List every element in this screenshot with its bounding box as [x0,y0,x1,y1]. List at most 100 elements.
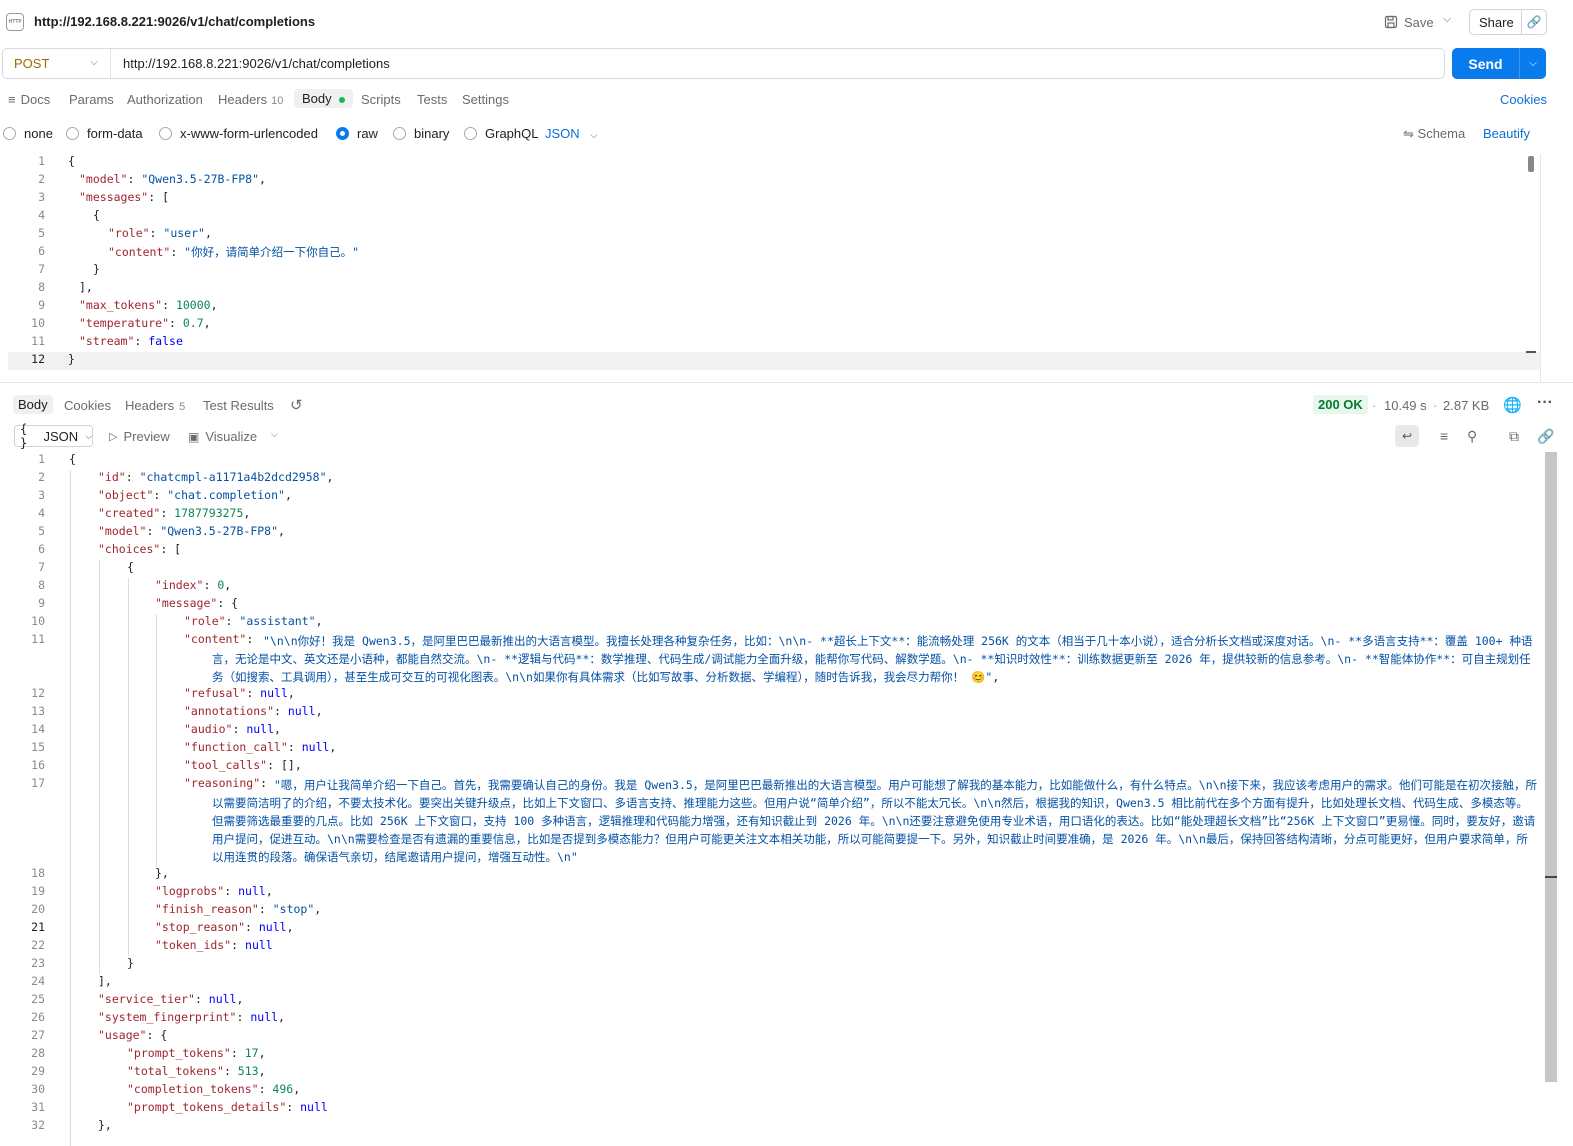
save-icon [1384,15,1398,29]
json-string: "嗯，用户让我简单介绍一下自己。首先，我需要确认自己的身份。我是 Qwen3.5… [212,778,1537,864]
preview-button[interactable]: ▷ Preview [109,429,170,444]
beautify-button[interactable]: Beautify [1483,126,1530,141]
request-scrollbar[interactable] [1528,156,1534,172]
code-text: "token_ids": null [155,938,273,952]
json-string: "stop" [272,902,315,916]
tab-settings[interactable]: Settings [462,92,509,107]
resp-tab-test-results[interactable]: Test Results [203,398,274,413]
url-input[interactable]: http://192.168.8.221:9026/v1/chat/comple… [111,56,390,71]
search-icon[interactable]: ⚲ [1467,428,1477,445]
visualize-label: Visualize [205,429,258,444]
history-icon[interactable]: ↺ [290,396,303,414]
braces-icon: { } [20,422,28,450]
line-number: 32 [31,1118,45,1132]
code-line: 4 "created": 1787793275, [8,506,1540,524]
line-number: 26 [31,1010,45,1024]
visualize-button[interactable]: ▣ Visualize [188,429,257,444]
filter-icon[interactable]: ≡ [1440,428,1448,444]
tab-body[interactable]: Body [294,89,353,108]
wrap-icon[interactable]: ↩ [1395,425,1419,447]
json-string: "\n\n你好！我是 Qwen3.5，是阿里巴巴最新推出的大语言模型。我擅长处理… [212,634,1533,684]
code-text: "model": "Qwen3.5-27B-FP8", [98,524,285,538]
line-number: 19 [31,884,45,898]
json-key: "function_call" [184,740,288,754]
json-null: null [245,938,273,952]
chevron-down-icon[interactable]: ⌵ [271,429,278,440]
code-text: "temperature": 0.7, [79,316,211,330]
status-badge[interactable]: 200 OK [1313,395,1368,414]
code-text: "service_tier": null, [98,992,244,1006]
line-number: 31 [31,1100,45,1114]
line-number: 9 [38,596,45,610]
pane-divider[interactable] [0,382,1573,383]
code-text: "finish_reason": "stop", [155,902,322,916]
text-cursor-icon [1526,351,1536,369]
link-icon[interactable]: 🔗 [1537,428,1554,445]
code-text: "content": "你好，请简单介绍一下你自己。" [108,245,360,259]
request-body-editor[interactable]: 1{ 2 "model": "Qwen3.5-27B-FP8", 3 "messag… [8,154,1540,372]
tab-headers[interactable]: Headers 10 [218,92,283,107]
resp-tab-headers[interactable]: Headers 5 [125,398,185,413]
response-format-dropdown[interactable]: { } JSON ⌵ [14,422,93,450]
chevron-down-icon[interactable]: ⌵ [1520,58,1546,69]
method-select[interactable]: POST ⌵ [3,49,111,78]
brace: } [93,262,100,276]
tab-tests[interactable]: Tests [417,92,447,107]
json-number: 0.7 [182,316,204,330]
radio-none[interactable]: none [3,126,53,141]
json-key: "id" [98,470,126,484]
headers-count: 10 [271,95,284,107]
radio-urlencoded[interactable]: x-www-form-urlencoded [159,126,318,141]
resp-tab-cookies[interactable]: Cookies [64,398,111,413]
code-line: 9 "message": { [8,596,1540,614]
save-button[interactable]: Save [1384,12,1434,32]
json-number: 496 [272,1082,294,1096]
json-number: 513 [237,1064,259,1078]
divider [1540,154,1541,382]
separator-dot: · [1372,398,1377,413]
url-bar: POST ⌵ http://192.168.8.221:9026/v1/chat… [2,48,1445,79]
code-text: "tool_calls": [], [184,758,302,772]
globe-icon[interactable]: 🌐 [1503,396,1522,414]
code-text: "role": "assistant", [184,614,323,628]
send-button[interactable]: Send [1452,56,1519,72]
radio-binary[interactable]: binary [393,126,449,141]
response-body-viewer[interactable]: 1{ 2 "id": "chatcmpl-a1171a4b2dcd2958", 3… [8,452,1544,1146]
line-number: 5 [38,524,45,538]
code-line: 22 "token_ids": null [8,938,1540,956]
headers-count: 5 [179,401,186,413]
line-number: 17 [31,776,45,790]
line-number: 10 [31,316,45,330]
tab-docs[interactable]: ≡ Docs [8,92,50,107]
format-dropdown[interactable]: JSON ⌵ [545,126,597,141]
resp-tab-body[interactable]: Body [13,395,53,414]
chevron-down-icon[interactable]: ⌵ [1443,13,1451,26]
json-array: [] [280,758,295,772]
link-icon[interactable]: 🔗 [1522,15,1546,29]
line-number: 14 [31,722,45,736]
schema-button[interactable]: ⇋ Schema [1403,126,1465,142]
more-icon[interactable]: ··· [1537,394,1553,412]
line-number: 6 [38,542,45,556]
share-button[interactable]: Share [1470,15,1521,30]
cookies-link[interactable]: Cookies [1500,92,1547,107]
copy-icon[interactable]: ⧉ [1509,428,1519,445]
brace: { [68,154,75,168]
code-text: "prompt_tokens_details": null [127,1100,328,1114]
radio-graphql[interactable]: GraphQL [464,126,538,141]
request-tabs: ≡ Docs Params Authorization Headers 10 Bod… [0,88,1573,112]
line-number: 13 [31,704,45,718]
tab-params[interactable]: Params [69,92,114,107]
radio-form-data[interactable]: form-data [66,126,143,141]
response-size[interactable]: 2.87 KB [1443,398,1489,413]
json-string: "chatcmpl-a1171a4b2dcd2958" [139,470,327,484]
code-line: 25 "service_tier": null, [8,992,1540,1010]
response-time[interactable]: 10.49 s [1384,398,1427,413]
tab-authorization[interactable]: Authorization [127,92,203,107]
radio-raw[interactable]: raw [336,126,378,141]
scrollbar-marker [1545,876,1557,878]
format-label: JSON [43,428,79,444]
response-scrollbar[interactable] [1545,452,1557,1082]
json-string: "你好，请简单介绍一下你自己。" [184,245,360,259]
tab-scripts[interactable]: Scripts [361,92,401,107]
